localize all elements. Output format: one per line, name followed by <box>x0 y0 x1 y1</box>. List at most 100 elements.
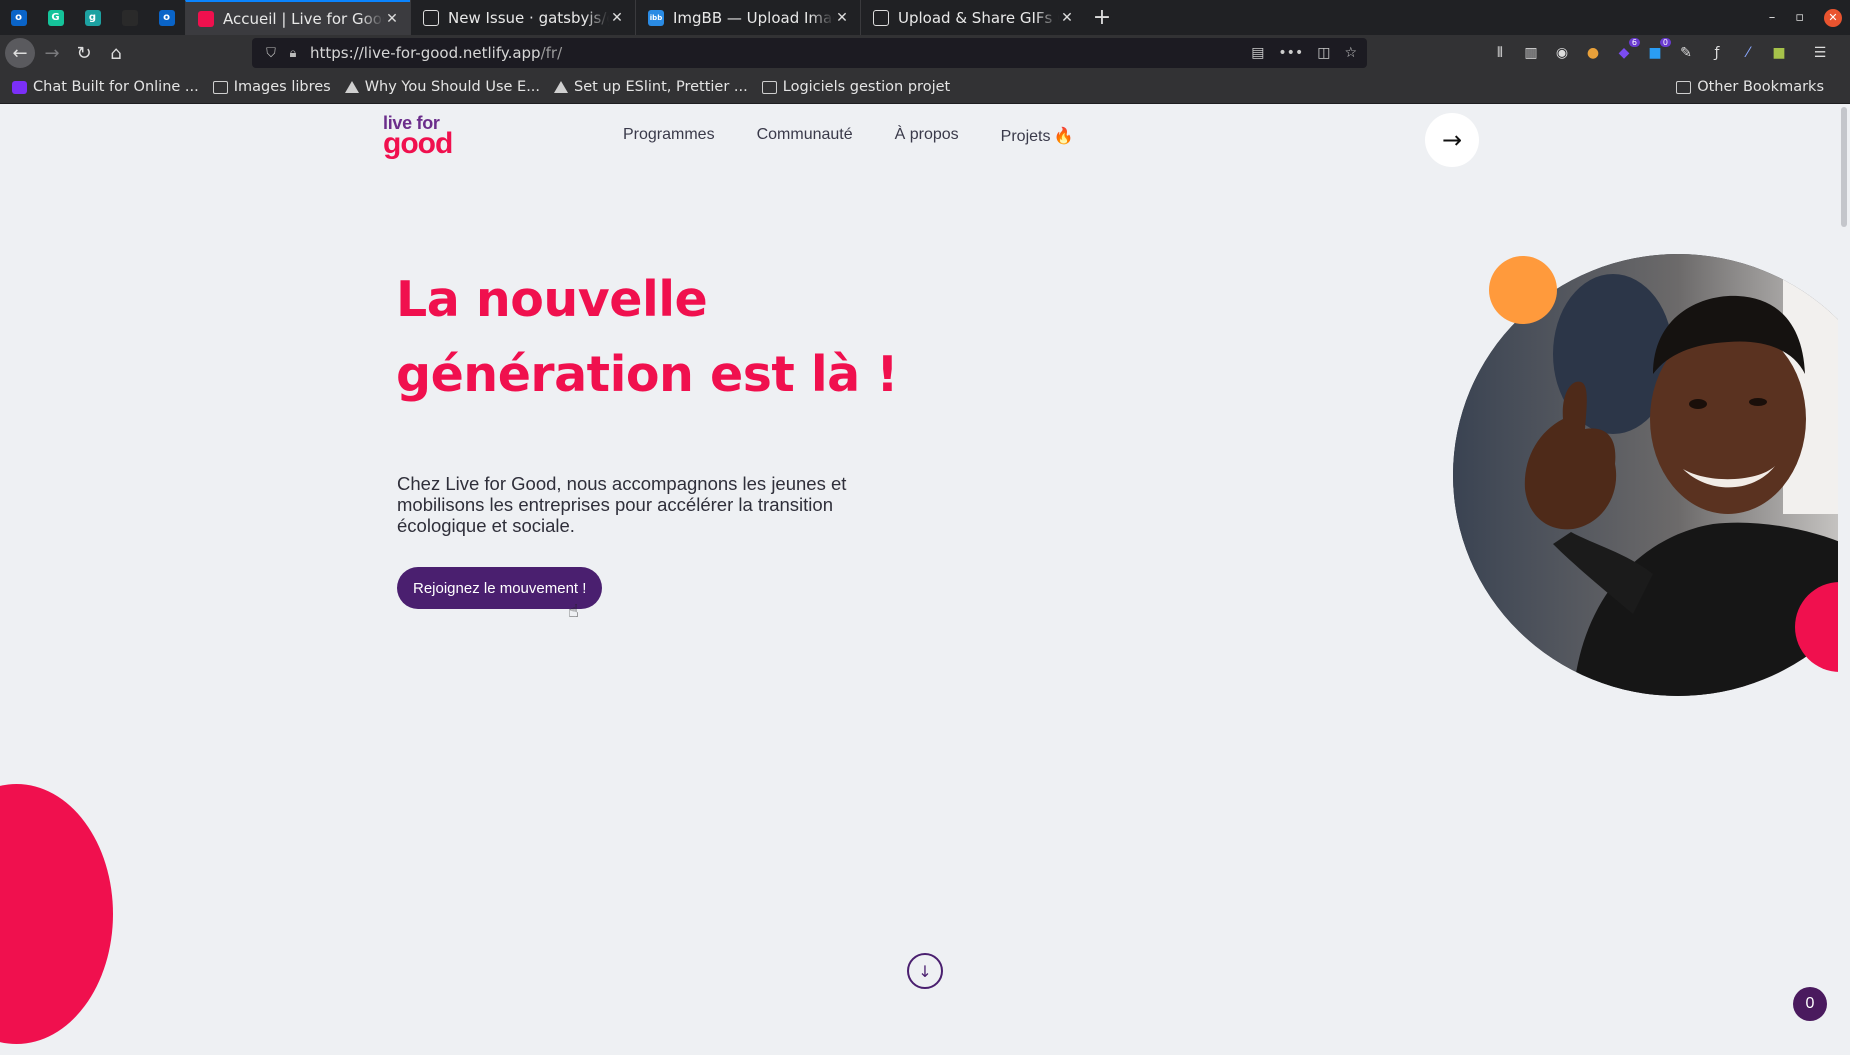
tab-title: Upload & Share GIFs Online <box>898 8 1059 27</box>
bookmark-label: Chat Built for Online ... <box>33 79 199 95</box>
reload-icon[interactable]: ↻ <box>69 38 99 68</box>
bookmark-item[interactable]: Set up ESlint, Prettier ... <box>554 79 748 95</box>
folder-icon <box>212 80 228 94</box>
pen-icon[interactable]: ✎ <box>1676 43 1696 63</box>
bookmark-item[interactable]: Logiciels gestion projet <box>761 79 951 95</box>
nav-link-label: Projets <box>1000 128 1051 145</box>
function-icon[interactable]: ƒ <box>1707 43 1727 63</box>
url-host: https://live-for-good.netlify.app <box>310 44 541 62</box>
pinned-tab[interactable]: o <box>148 0 185 35</box>
account-icon[interactable]: ◉ <box>1552 43 1572 63</box>
grammarly-icon: G <box>47 9 64 26</box>
new-tab-button[interactable]: + <box>1085 0 1119 35</box>
pinned-tab[interactable] <box>111 0 148 35</box>
hero-lead: Chez Live for Good, nous accompagnons le… <box>397 473 847 536</box>
pinned-tab[interactable]: G <box>37 0 74 35</box>
outlook-icon: o <box>158 9 175 26</box>
minimize-icon[interactable]: – <box>1769 10 1776 25</box>
close-window-icon[interactable]: ✕ <box>1824 8 1842 27</box>
bookmark-item[interactable]: Why You Should Use E... <box>344 79 541 95</box>
pocket-icon[interactable]: ◫ <box>1317 45 1330 61</box>
home-icon[interactable]: ⌂ <box>101 38 131 68</box>
tab-strip: Accueil | Live for Good ✕ New Issue · gats… <box>185 0 1085 35</box>
nav-link[interactable]: Communauté <box>757 126 853 146</box>
vercel-icon <box>554 81 569 93</box>
extension-blue-icon[interactable]: ■ 0 <box>1645 38 1671 63</box>
g-app-icon: g <box>84 9 101 26</box>
browser-tab[interactable]: Upload & Share GIFs Online✕ <box>860 0 1085 35</box>
tab-title: New Issue · gatsbyjs/gatsby <box>448 8 609 27</box>
restore-icon[interactable]: ▫ <box>1795 10 1804 25</box>
close-tab-icon[interactable]: ✕ <box>1059 10 1075 26</box>
extension-badge: 6 <box>1628 38 1640 47</box>
arrow-right-button[interactable]: → <box>1425 113 1479 167</box>
github-icon <box>423 9 439 26</box>
page-scrollbar[interactable] <box>1838 104 1850 1055</box>
extension-purple-icon[interactable]: ◆ 6 <box>1614 38 1640 63</box>
url-path: /fr/ <box>540 44 563 62</box>
nav-link-label: À propos <box>894 126 959 143</box>
url-bar[interactable]: ⛉ 🔒︎ https://live-for-good.netlify.app/f… <box>252 38 1367 68</box>
nav-link-label: Communauté <box>756 126 853 143</box>
decorative-pink-shape-left <box>0 784 113 1044</box>
arrow-down-icon: ↓ <box>918 961 932 981</box>
shield-icon[interactable]: ⛉ <box>260 46 282 61</box>
nav-link-label: Programmes <box>623 126 715 143</box>
more-actions-icon[interactable]: ••• <box>1278 45 1303 61</box>
browser-tab[interactable]: Accueil | Live for Good ✕ <box>185 0 410 35</box>
lock-icon[interactable]: 🔒︎ <box>282 46 304 61</box>
bookmark-label: Why You Should Use E... <box>364 79 541 95</box>
pinned-tab[interactable]: o <box>0 0 37 35</box>
bookmark-label: Images libres <box>233 79 331 95</box>
close-tab-icon[interactable]: ✕ <box>384 11 400 27</box>
eyedropper-icon[interactable]: ⁄ <box>1738 43 1758 63</box>
gif-icon <box>873 9 889 26</box>
browser-toolbar: ← → ↻ ⌂ ⛉ 🔒︎ https://live-for-good.netli… <box>0 35 1850 71</box>
bookmarks-list: Chat Built for Online ... Images libres Wh… <box>12 79 964 95</box>
dark-app-icon <box>121 9 138 26</box>
close-tab-icon[interactable]: ✕ <box>834 10 850 26</box>
pinned-tab[interactable]: g <box>74 0 111 35</box>
forward-icon[interactable]: → <box>37 38 67 68</box>
bookmark-star-icon[interactable]: ☆ <box>1344 45 1357 61</box>
browser-tab[interactable]: New Issue · gatsbyjs/gatsby✕ <box>410 0 635 35</box>
bookmark-label: Set up ESlint, Prettier ... <box>574 79 748 95</box>
site-logo[interactable]: live for good <box>383 114 453 159</box>
other-bookmarks-label: Other Bookmarks <box>1697 79 1824 95</box>
window-controls: – ▫ ✕ <box>1769 0 1850 35</box>
reader-view-icon[interactable]: ▤ <box>1251 45 1264 61</box>
headline-line-1: La nouvelle <box>396 271 708 328</box>
sidebar-icon[interactable]: ▥ <box>1521 43 1541 63</box>
browser-tab[interactable]: ibb ImgBB — Upload Image ✕ <box>635 0 860 35</box>
extension-badge: 0 <box>1659 38 1671 47</box>
hero-headline: La nouvelle génération est là ! <box>396 262 956 412</box>
pinned-tabs: o Gg o <box>0 0 185 35</box>
scrollbar-thumb[interactable] <box>1841 107 1847 227</box>
extension-icons: ⫴ ▥ ◉ ● ◆ 6 ■ 0 ✎ ƒ ⁄ ■ ☰ <box>1490 35 1830 71</box>
tab-title: ImgBB — Upload Image <box>673 8 834 27</box>
nav-link[interactable]: Projets 🔥 <box>1001 126 1074 146</box>
folder-icon <box>1676 80 1692 94</box>
close-tab-icon[interactable]: ✕ <box>609 10 625 26</box>
extension-orange-icon[interactable]: ● <box>1583 43 1603 63</box>
nav-link[interactable]: À propos <box>895 126 959 146</box>
nav-link[interactable]: Programmes <box>623 126 715 146</box>
back-icon[interactable]: ← <box>5 38 35 68</box>
bookmarks-bar: Chat Built for Online ... Images libres Wh… <box>0 71 1850 104</box>
menu-icon[interactable]: ☰ <box>1810 43 1830 63</box>
bookmark-label: Logiciels gestion projet <box>782 79 951 95</box>
headline-line-2: génération est là ! <box>396 346 899 403</box>
vercel-icon <box>344 81 359 93</box>
decorative-mask <box>113 754 153 1055</box>
scroll-down-button[interactable]: ↓ <box>907 953 943 989</box>
library-icon[interactable]: ⫴ <box>1490 43 1510 63</box>
arrow-right-icon: → <box>1441 126 1463 154</box>
extension-green-icon[interactable]: ■ <box>1769 43 1789 63</box>
tab-title: Accueil | Live for Good <box>223 9 384 28</box>
bookmark-item[interactable]: Images libres <box>212 79 331 95</box>
other-bookmarks[interactable]: Other Bookmarks <box>1676 79 1824 95</box>
bookmark-item[interactable]: Chat Built for Online ... <box>12 79 199 95</box>
app-icon <box>12 80 27 94</box>
counter-badge[interactable]: 0 <box>1793 987 1827 1021</box>
url-text[interactable]: https://live-for-good.netlify.app/fr/ <box>310 44 1251 62</box>
